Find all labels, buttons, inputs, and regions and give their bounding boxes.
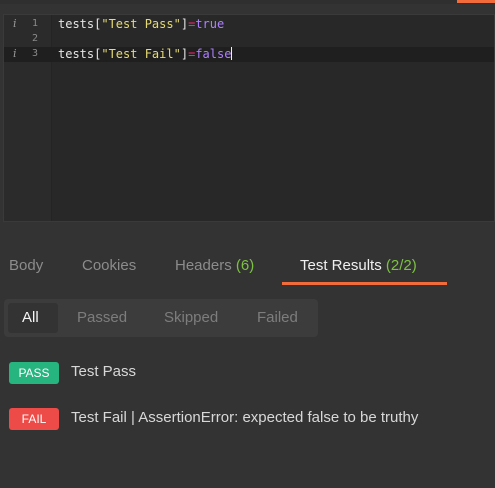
code-line-active[interactable]: i 3 tests["Test Fail"]=false <box>4 47 494 62</box>
tab-label: Headers <box>175 257 232 274</box>
test-result-text: Test Fail | AssertionError: expected fal… <box>71 409 419 426</box>
line-number: 3 <box>31 48 38 59</box>
tab-cookies[interactable]: Cookies <box>82 250 136 286</box>
test-result-row: FAIL Test Fail | AssertionError: expecte… <box>0 408 495 432</box>
top-strip <box>0 0 495 4</box>
result-filter-bar: All Passed Skipped Failed <box>4 299 318 337</box>
code-token: ] <box>180 47 189 61</box>
tab-headers[interactable]: Headers (6) <box>175 250 254 286</box>
filter-failed[interactable]: Failed <box>257 299 298 337</box>
tab-label: Cookies <box>82 257 137 274</box>
tab-test-results[interactable]: Test Results (2/2) <box>300 250 417 286</box>
tab-body[interactable]: Body <box>9 250 43 286</box>
filter-passed[interactable]: Passed <box>77 299 127 337</box>
test-result-text: Test Pass <box>71 363 137 380</box>
tab-count: (6) <box>235 257 255 274</box>
tab-count: (2/2) <box>385 257 417 274</box>
code-token: ] <box>180 17 189 31</box>
code-token: tests[ <box>58 17 102 31</box>
test-script-editor[interactable]: i 1 tests["Test Pass"]=true 2 i 3 tests[… <box>3 14 495 222</box>
code-text: tests["Test Fail"]=false <box>58 47 233 62</box>
tab-label: Test Results <box>300 257 382 274</box>
code-line[interactable]: 2 <box>4 32 494 47</box>
code-token-keyword: false <box>195 47 232 61</box>
tab-label: Body <box>9 257 44 274</box>
code-text: tests["Test Pass"]=true <box>58 17 224 32</box>
code-token-keyword: true <box>195 17 225 31</box>
text-cursor <box>231 47 233 60</box>
test-result-row: PASS Test Pass <box>0 362 495 386</box>
response-tabs: Body Cookies Headers (6) Test Results (2… <box>0 250 495 286</box>
fail-badge: FAIL <box>9 408 59 430</box>
line-number: 2 <box>31 33 38 44</box>
code-token-string: "Test Pass" <box>101 17 181 31</box>
code-token: tests[ <box>58 47 102 61</box>
active-tab-indicator <box>457 0 495 3</box>
line-number: 1 <box>31 18 38 29</box>
filter-all[interactable]: All <box>22 299 39 337</box>
code-token-string: "Test Fail" <box>101 47 181 61</box>
filter-skipped[interactable]: Skipped <box>164 299 218 337</box>
code-line[interactable]: i 1 tests["Test Pass"]=true <box>4 17 494 32</box>
tab-underline <box>282 282 447 285</box>
pass-badge: PASS <box>9 362 59 384</box>
